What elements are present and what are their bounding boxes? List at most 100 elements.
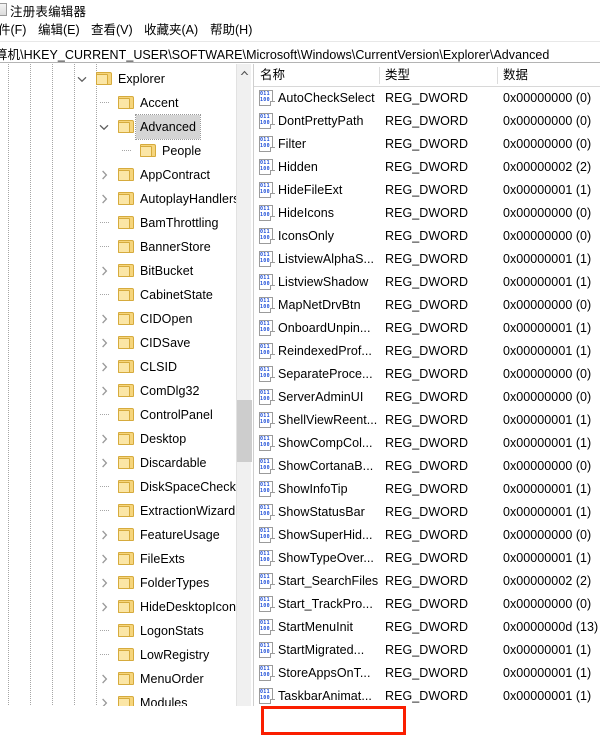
tree-item-fileexts[interactable]: FileExts xyxy=(0,547,236,571)
scroll-up-arrow-icon[interactable] xyxy=(237,64,252,81)
value-row[interactable]: 011 100 Hidden REG_DWORD 0x00000002 (2) xyxy=(254,156,600,179)
value-data-cell: 0x00000000 (0) xyxy=(503,114,592,128)
tree-connector-line xyxy=(96,211,112,235)
value-row[interactable]: 011 100 ShowCompCol... REG_DWORD 0x00000001 … xyxy=(254,432,600,455)
tree-item-clsid[interactable]: CLSID xyxy=(0,355,236,379)
dword-value-icon: 011 100 xyxy=(259,343,275,359)
tree-item-label: Explorer xyxy=(118,72,165,86)
chevron-right-icon[interactable] xyxy=(96,547,112,571)
column-header-data[interactable]: 数据 xyxy=(497,64,600,86)
folder-icon xyxy=(118,599,135,614)
value-row[interactable]: 011 100 Start_TrackPro... REG_DWORD 0x000000… xyxy=(254,593,600,616)
tree-item-appcontract[interactable]: AppContract xyxy=(0,163,236,187)
tree-item-bitbucket[interactable]: BitBucket xyxy=(0,259,236,283)
menu-file[interactable]: 件(F) xyxy=(0,21,28,39)
value-row[interactable]: 011 100 StoreAppsOnT... REG_DWORD 0x00000001… xyxy=(254,662,600,685)
column-header-type[interactable]: 类型 xyxy=(379,64,497,86)
value-row[interactable]: 011 100 ShowSuperHid... REG_DWORD 0x00000000… xyxy=(254,524,600,547)
column-header-name[interactable]: 名称 xyxy=(254,64,379,86)
chevron-right-icon[interactable] xyxy=(96,355,112,379)
tree-item-autoplayhandlers[interactable]: AutoplayHandlers xyxy=(0,187,236,211)
tree-item-diskspacecheckin[interactable]: DiskSpaceCheckin xyxy=(0,475,236,499)
tree-item-explorer[interactable]: Explorer xyxy=(0,67,236,91)
value-row[interactable]: 011 100 Filter REG_DWORD 0x00000000 (0) xyxy=(254,133,600,156)
value-row[interactable]: 011 100 ShowTypeOver... REG_DWORD 0x00000001… xyxy=(254,547,600,570)
value-type-cell: REG_DWORD xyxy=(385,574,469,588)
chevron-right-icon[interactable] xyxy=(96,595,112,619)
value-row[interactable]: 011 100 ListviewAlphaS... REG_DWORD 0x000000… xyxy=(254,248,600,271)
value-type-cell: REG_DWORD xyxy=(385,482,469,496)
tree-item-modules[interactable]: Modules xyxy=(0,691,236,706)
tree-item-featureusage[interactable]: FeatureUsage xyxy=(0,523,236,547)
tree-vertical-scrollbar[interactable] xyxy=(236,64,252,706)
tree-item-cabinetstate[interactable]: CabinetState xyxy=(0,283,236,307)
tree-item-controlpanel[interactable]: ControlPanel xyxy=(0,403,236,427)
value-row[interactable]: 011 100 ReindexedProf... REG_DWORD 0x0000000… xyxy=(254,340,600,363)
registry-value-rows: 011 100 AutoCheckSelect REG_DWORD 0x00000000… xyxy=(254,87,600,706)
chevron-right-icon[interactable] xyxy=(96,667,112,691)
chevron-right-icon[interactable] xyxy=(96,331,112,355)
value-row[interactable]: 011 100 HideFileExt REG_DWORD 0x00000001 (1) xyxy=(254,179,600,202)
tree-item-people[interactable]: People xyxy=(0,139,236,163)
menu-edit[interactable]: 编辑(E) xyxy=(36,21,82,39)
tree-item-extractionwizard[interactable]: ExtractionWizard xyxy=(0,499,236,523)
tree-item-accent[interactable]: Accent xyxy=(0,91,236,115)
chevron-right-icon[interactable] xyxy=(96,259,112,283)
chevron-right-icon[interactable] xyxy=(96,163,112,187)
chevron-right-icon[interactable] xyxy=(96,379,112,403)
chevron-right-icon[interactable] xyxy=(96,307,112,331)
value-row[interactable]: 011 100 StartMigrated... REG_DWORD 0x0000000… xyxy=(254,639,600,662)
menu-view[interactable]: 查看(V) xyxy=(89,21,135,39)
chevron-down-icon[interactable] xyxy=(74,67,90,91)
tree-item-lowregistry[interactable]: LowRegistry xyxy=(0,643,236,667)
value-row[interactable]: 011 100 ShowCortanaB... REG_DWORD 0x00000000… xyxy=(254,455,600,478)
tree-item-menuorder[interactable]: MenuOrder xyxy=(0,667,236,691)
value-row[interactable]: 011 100 HideIcons REG_DWORD 0x00000000 (0) xyxy=(254,202,600,225)
tree-item-cidsave[interactable]: CIDSave xyxy=(0,331,236,355)
tree-item-comdlg32[interactable]: ComDlg32 xyxy=(0,379,236,403)
value-row[interactable]: 011 100 SeparateProce... REG_DWORD 0x0000000… xyxy=(254,363,600,386)
value-row[interactable]: 011 100 AutoCheckSelect REG_DWORD 0x00000000… xyxy=(254,87,600,110)
tree-item-label: DiskSpaceCheckin xyxy=(140,480,236,494)
value-row[interactable]: 011 100 ShellViewReent... REG_DWORD 0x000000… xyxy=(254,409,600,432)
tree-scrollbar-thumb[interactable] xyxy=(237,400,252,462)
chevron-right-icon[interactable] xyxy=(96,571,112,595)
value-row[interactable]: 011 100 Start_SearchFiles REG_DWORD 0x000000… xyxy=(254,570,600,593)
tree-item-hidedesktopicons[interactable]: HideDesktopIcons xyxy=(0,595,236,619)
value-row[interactable]: 011 100 TaskbarAnimat... REG_DWORD 0x0000000… xyxy=(254,685,600,706)
value-row[interactable]: 011 100 ShowStatusBar REG_DWORD 0x00000001 (… xyxy=(254,501,600,524)
tree-item-advanced[interactable]: Advanced xyxy=(0,114,236,140)
folder-icon xyxy=(118,647,135,662)
tree-item-foldertypes[interactable]: FolderTypes xyxy=(0,571,236,595)
menu-favorites[interactable]: 收藏夹(A) xyxy=(142,21,200,39)
tree-item-cidopen[interactable]: CIDOpen xyxy=(0,307,236,331)
chevron-right-icon[interactable] xyxy=(96,427,112,451)
menu-help[interactable]: 帮助(H) xyxy=(208,21,254,39)
address-bar[interactable]: 算机\HKEY_CURRENT_USER\SOFTWARE\Microsoft\… xyxy=(0,41,600,63)
folder-icon xyxy=(118,311,135,326)
dword-value-icon: 011 100 xyxy=(259,182,275,198)
value-row[interactable]: 011 100 ServerAdminUI REG_DWORD 0x00000000 (… xyxy=(254,386,600,409)
value-row[interactable]: 011 100 MapNetDrvBtn REG_DWORD 0x00000000 (0… xyxy=(254,294,600,317)
registry-tree-panel[interactable]: Explorer Accent Advanced People AppContract A… xyxy=(0,64,252,706)
tree-item-bamthrottling[interactable]: BamThrottling xyxy=(0,211,236,235)
value-row[interactable]: 011 100 IconsOnly REG_DWORD 0x00000000 (0) xyxy=(254,225,600,248)
tree-item-discardable[interactable]: Discardable xyxy=(0,451,236,475)
registry-values-panel[interactable]: 名称 类型 数据 011 100 AutoCheckSelect REG_DWORD 0… xyxy=(253,64,600,706)
value-type-cell: REG_DWORD xyxy=(385,91,469,105)
value-row[interactable]: 011 100 OnboardUnpin... REG_DWORD 0x00000001… xyxy=(254,317,600,340)
tree-item-logonstats[interactable]: LogonStats xyxy=(0,619,236,643)
value-row[interactable]: 011 100 DontPrettyPath REG_DWORD 0x00000000 … xyxy=(254,110,600,133)
chevron-right-icon[interactable] xyxy=(96,451,112,475)
value-row[interactable]: 011 100 StartMenuInit REG_DWORD 0x0000000d (… xyxy=(254,616,600,639)
value-row[interactable]: 011 100 ListviewShadow REG_DWORD 0x00000001 … xyxy=(254,271,600,294)
value-row[interactable]: 011 100 ShowInfoTip REG_DWORD 0x00000001 (1) xyxy=(254,478,600,501)
dword-value-icon: 011 100 xyxy=(259,113,275,129)
value-type-cell: REG_DWORD xyxy=(385,367,469,381)
chevron-right-icon[interactable] xyxy=(96,691,112,706)
chevron-down-icon[interactable] xyxy=(96,115,112,139)
chevron-right-icon[interactable] xyxy=(96,187,112,211)
tree-item-bannerstore[interactable]: BannerStore xyxy=(0,235,236,259)
chevron-right-icon[interactable] xyxy=(96,523,112,547)
tree-item-desktop[interactable]: Desktop xyxy=(0,427,236,451)
